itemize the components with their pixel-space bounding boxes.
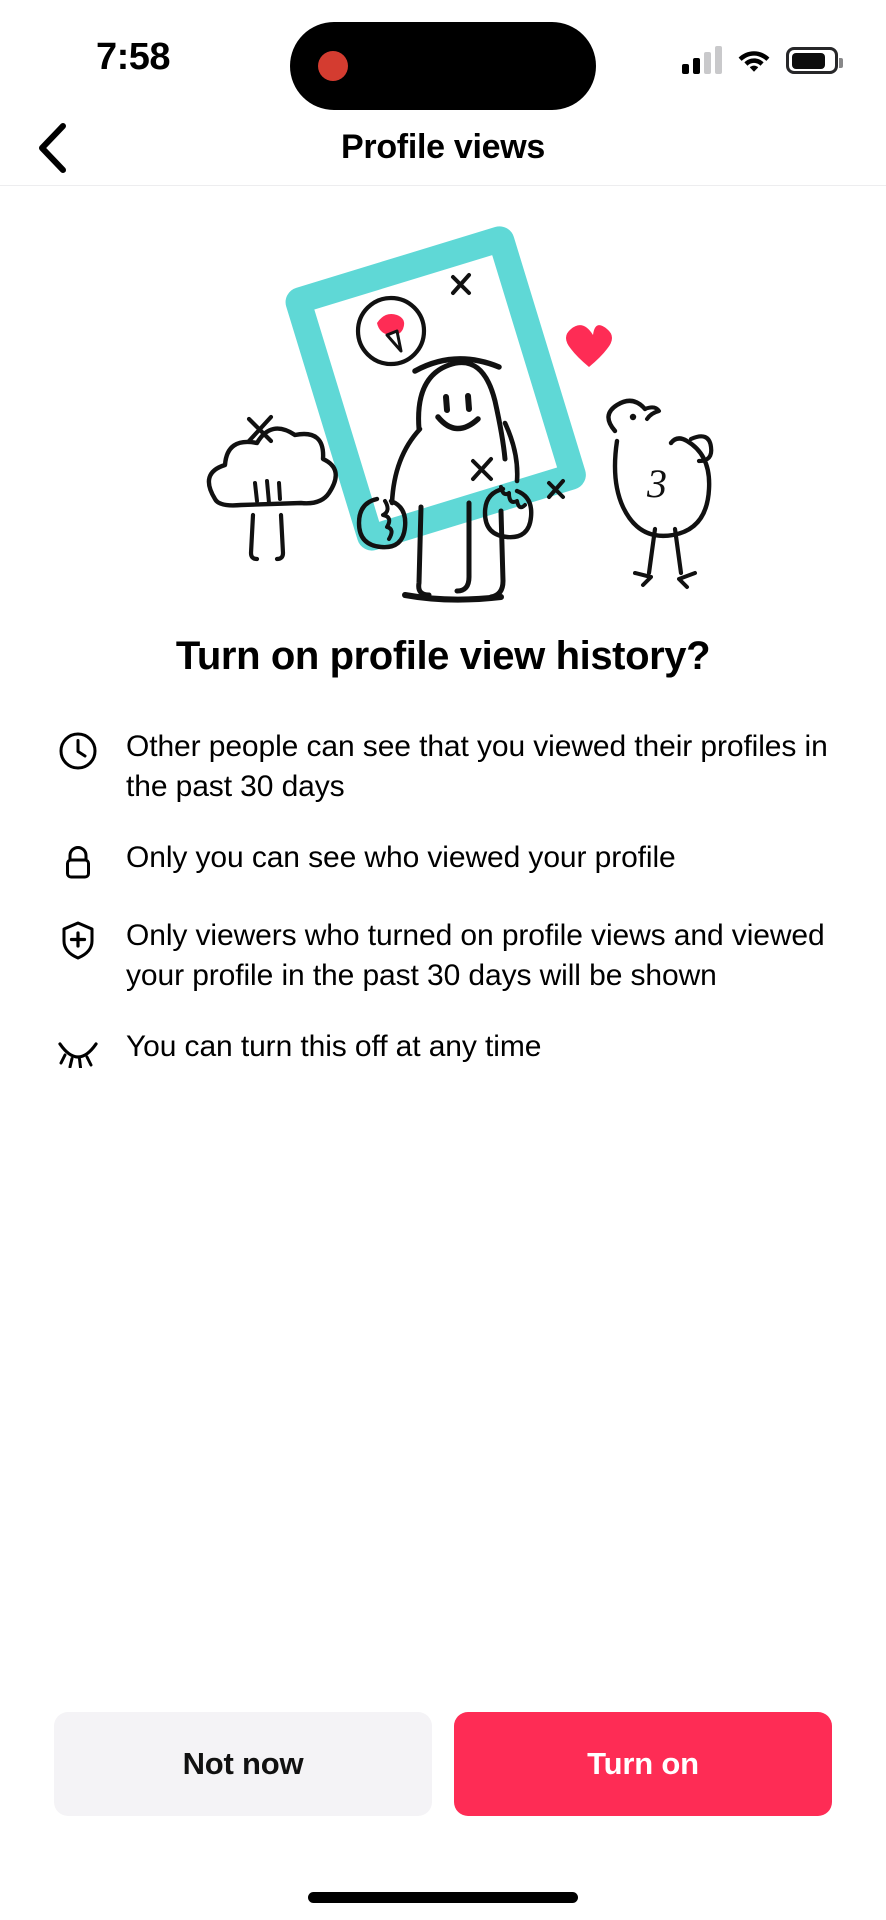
nav-header: Profile views [0, 110, 886, 186]
cellular-signal-icon [682, 46, 722, 74]
action-bar: Not now Turn on [0, 1712, 886, 1816]
battery-fill [791, 52, 825, 69]
dynamic-island [290, 22, 596, 110]
battery-icon [786, 47, 843, 74]
main-content: 3 Turn on profile view history? Other pe… [0, 186, 886, 1920]
list-item: You can turn this off at any time [54, 1027, 846, 1073]
home-indicator[interactable] [308, 1891, 578, 1903]
eye-off-icon [54, 1027, 102, 1073]
wifi-icon [738, 51, 770, 72]
clock-icon [54, 727, 102, 773]
list-item-label: Only viewers who turned on profile views… [126, 919, 825, 992]
front-camera-icon [318, 51, 348, 81]
person-holding-picture-frame-illustration: 3 [206, 226, 714, 603]
page-title: Profile views [341, 128, 545, 166]
headline: Turn on profile view history? [175, 634, 711, 678]
status-bar: 7:58 [0, 0, 886, 110]
shield-plus-icon [54, 916, 102, 962]
hero-illustration: 3 [0, 186, 886, 616]
chevron-left-icon [39, 122, 66, 173]
status-indicators [682, 34, 843, 74]
heart-icon [566, 325, 612, 367]
list-item: Other people can see that you viewed the… [54, 727, 846, 806]
lock-icon [54, 838, 102, 884]
not-now-button[interactable]: Not now [54, 1712, 432, 1816]
list-item-label: Only you can see who viewed your profile [126, 841, 676, 875]
phone-screen: 7:58 Profile views 3 Turn on profile vie… [0, 0, 886, 1920]
list-item-label: You can turn this off at any time [126, 1030, 542, 1064]
turn-on-button[interactable]: Turn on [454, 1712, 832, 1816]
status-time: 7:58 [96, 36, 171, 78]
list-item: Only viewers who turned on profile views… [54, 916, 846, 995]
back-button[interactable] [24, 120, 80, 176]
bird-number-label: 3 [646, 461, 667, 506]
list-item-label: Other people can see that you viewed the… [126, 730, 828, 803]
list-item: Only you can see who viewed your profile [54, 838, 846, 884]
benefits-list: Other people can see that you viewed the… [0, 727, 886, 1073]
home-indicator-area [0, 1874, 886, 1920]
